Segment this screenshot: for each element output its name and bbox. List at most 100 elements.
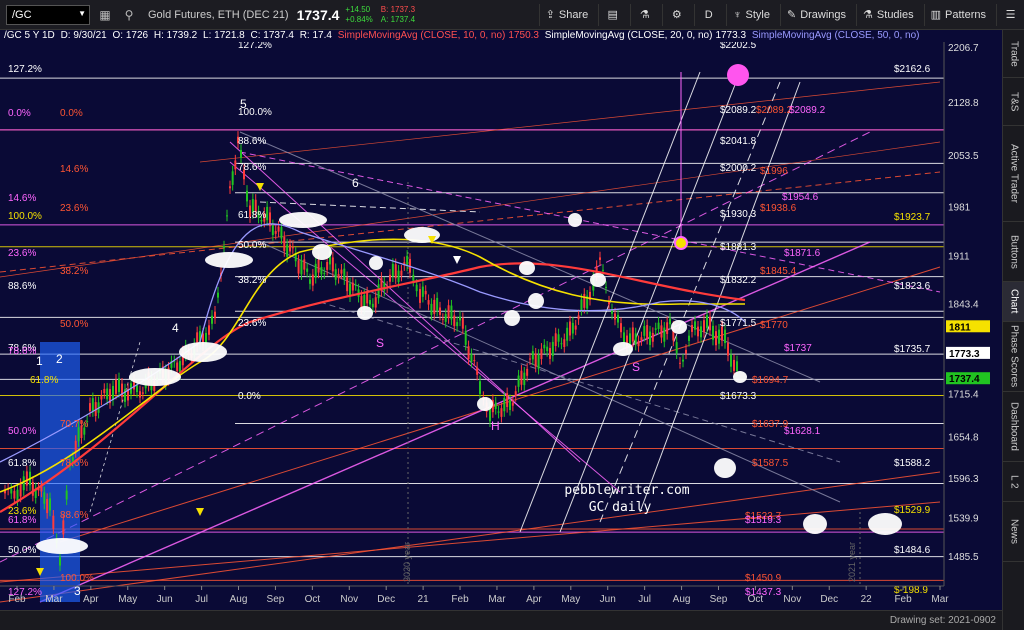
share-button[interactable]: ⇪ Share [538,3,595,26]
ellipse-marker [613,342,633,356]
candle-body [666,322,669,334]
drawing-set-label[interactable]: Drawing set: 2021-0902 [890,615,996,626]
candle-body [549,347,551,359]
price-chart[interactable]: 127.2% 0.0% 0.0% 14.6% 14.6% 23.6% 100.0% 23.6%… [0,42,1002,610]
drawings-button[interactable]: ✎ Drawings [779,3,852,26]
wave-label: 1 [36,354,43,368]
fib-label-left: 70.7% [60,419,88,430]
candle-body [389,274,391,282]
candle-body [569,321,571,336]
time-label: Mar [931,594,949,605]
candle-body [577,315,580,320]
change-value: +14.50 [345,4,371,14]
period-button[interactable]: D [694,3,722,26]
candle-body [543,344,546,349]
watermark-line2: GC daily [589,500,652,515]
flask-button[interactable]: ⚗ [630,3,658,26]
candle-body [526,368,529,376]
candle-body [300,260,303,275]
price-label: $1881.3 [720,242,757,253]
candle-body [349,283,351,297]
sma20-label[interactable]: SimpleMovingAvg (CLOSE, 20, 0, no) [545,30,713,41]
rail-tab-t-s[interactable]: T&S [1003,78,1024,126]
link-icon[interactable]: ⚲ [120,6,138,24]
rail-tab-chart[interactable]: Chart [1003,282,1024,322]
candle-body [531,351,534,360]
sma50-label[interactable]: SimpleMovingAvg (CLOSE, 50, 0, no) [752,30,920,41]
price-tick: 2128.8 [948,98,979,109]
candle-body [139,391,141,398]
ellipse-marker [671,320,687,334]
rail-tab-trade[interactable]: Trade [1003,30,1024,78]
candle-body [351,282,354,291]
share-label: Share [558,8,589,21]
pattern-label: H [491,419,500,433]
rail-tab-dashboard[interactable]: Dashboard [1003,392,1024,462]
ellipse-marker [590,273,606,287]
symbol-input[interactable]: /GC ▼ [6,4,90,25]
ellipse-marker [714,458,736,478]
candle-body [436,297,439,311]
chart-header[interactable]: /GC 5 Y 1D [4,30,55,41]
candle-body [106,388,109,400]
top-toolbar: /GC ▼ ▦ ⚲ Gold Futures, ETH (DEC 21) 1737… [0,0,1024,30]
candle-body [557,334,560,342]
fib-label-left: 23.6% [8,248,36,259]
time-label: Sep [710,594,728,605]
chevron-down-icon[interactable]: ▼ [78,9,86,18]
price-label: $1954.6 [782,192,819,203]
change-pct: +0.84% [345,14,373,24]
candle-body [317,259,320,273]
candle-body [25,471,28,486]
more-button[interactable]: ☰ [996,3,1024,26]
wave-label: 4 [172,321,179,335]
settings-button[interactable]: ⚙ [662,3,690,26]
patterns-label: Patterns [945,8,986,21]
fib-label-left: 50.0% [8,545,36,556]
candle-body [660,325,663,338]
candle-body [439,307,441,315]
candle-body [614,313,616,320]
fib-label-left: 61.8% [8,458,36,469]
studies-button[interactable]: ⚗ Studies [856,3,920,26]
candle-body [31,482,34,496]
wave-label: 2 [56,352,63,366]
candle-body [464,330,467,345]
ellipse-marker [404,227,440,243]
candle-body [529,358,531,360]
rail-tab-active-trader[interactable]: Active Trader [1003,126,1024,222]
grid-layout-button[interactable]: ▤ [598,3,626,26]
ellipse-marker [179,342,227,362]
bar-range: R: 17.4 [299,30,332,41]
rail-tab-buttons[interactable]: Buttons [1003,222,1024,282]
drawings-label: Drawings [800,8,847,21]
style-button[interactable]: ♆ Style [726,3,776,26]
candle-body [280,227,283,239]
grid-icon[interactable]: ▦ [96,6,114,24]
time-label: Jul [638,594,651,605]
candle-body [580,299,583,310]
symbol-value: /GC [12,8,32,21]
fib-label-mid: 50.0% [238,240,266,251]
time-label: Dec [377,594,395,605]
candle-body [566,327,569,341]
rail-tab-phase-scores[interactable]: Phase Scores [1003,322,1024,392]
time-label: Jun [600,594,616,605]
sma10-label[interactable]: SimpleMovingAvg (CLOSE, 10, 0, no) [338,30,506,41]
rail-tab-news[interactable]: News [1003,502,1024,562]
rail-tab-l-2[interactable]: L 2 [1003,462,1024,502]
price-label: $1938.6 [760,203,797,214]
fib-label-left: 100.0% [60,573,94,584]
candle-body [517,375,520,387]
bid-value: B: 1737.3 [380,4,416,14]
price-label: $1484.6 [894,545,931,556]
candle-body [712,325,714,340]
fib-label-left: 0.0% [60,108,83,119]
candle-body [223,246,225,248]
studies-icon: ⚗ [863,9,873,21]
patterns-button[interactable]: ▥ Patterns [923,3,992,26]
candle-body [523,372,526,386]
candle-body [226,215,228,217]
candle-body [59,557,61,566]
candle-body [65,490,68,500]
